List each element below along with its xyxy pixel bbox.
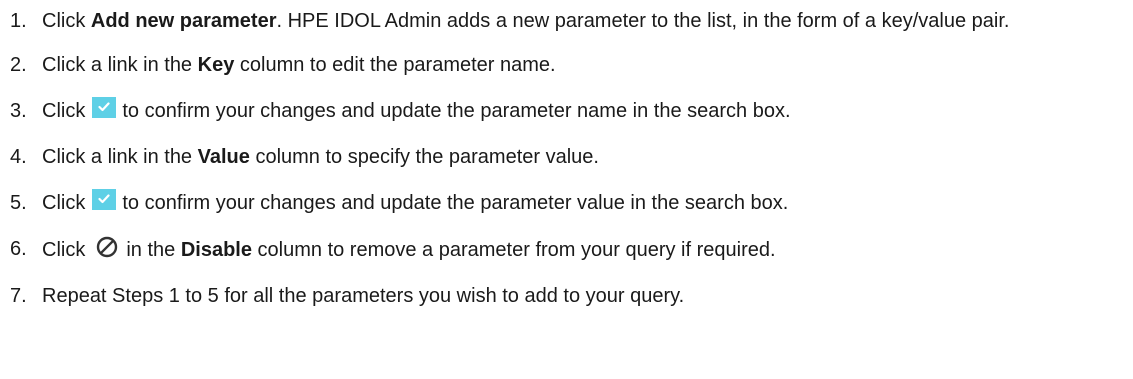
step-text: column to specify the parameter value. xyxy=(249,146,599,168)
step-2: 2 Click a link in the Key column to edit … xyxy=(10,51,1123,80)
ui-term-key: Key xyxy=(197,54,235,76)
step-number: 7 xyxy=(10,282,27,311)
step-text: in the xyxy=(126,239,181,261)
confirm-check-icon xyxy=(92,97,117,118)
disable-circle-slash-icon xyxy=(95,235,119,259)
step-number: 6 xyxy=(10,235,27,264)
step-text: Click xyxy=(42,10,91,32)
step-text: to confirm your changes and update the p… xyxy=(122,100,791,122)
step-text: . HPE IDOL Admin adds a new parameter to… xyxy=(276,10,1010,32)
confirm-check-icon xyxy=(92,189,117,210)
ui-term-value: Value xyxy=(197,146,250,168)
ui-term-disable: Disable xyxy=(180,239,252,261)
step-7: 7 Repeat Steps 1 to 5 for all the paramet… xyxy=(10,282,1123,311)
procedure-steps: 1 Click Add new parameter. HPE IDOL Admin… xyxy=(10,7,1123,311)
step-text: Click xyxy=(42,239,86,261)
step-text: column to edit the parameter name. xyxy=(234,54,556,76)
step-number: 1 xyxy=(10,7,27,36)
step-number: 3 xyxy=(10,97,27,126)
step-number: 4 xyxy=(10,143,27,172)
document-page: 1 Click Add new parameter. HPE IDOL Admin… xyxy=(0,0,1133,379)
step-text: Click xyxy=(42,192,86,214)
step-3: 3 Click to confirm your changes and update… xyxy=(10,97,1123,126)
step-text: Click xyxy=(42,100,86,122)
step-text: Click a link in the xyxy=(42,146,198,168)
ui-term-add-new-parameter: Add new parameter xyxy=(90,10,277,32)
step-number: 2 xyxy=(10,51,27,80)
step-number: 5 xyxy=(10,189,27,218)
step-1: 1 Click Add new parameter. HPE IDOL Admin… xyxy=(10,7,1123,36)
step-text: Click a link in the xyxy=(42,54,198,76)
step-text: Repeat Steps 1 to 5 for all the paramete… xyxy=(42,285,685,307)
step-text: to confirm your changes and update the p… xyxy=(122,192,789,214)
step-5: 5 Click to confirm your changes and update… xyxy=(10,189,1123,218)
step-text: column to remove a parameter from your q… xyxy=(251,239,776,261)
step-6: 6 Click in the Disable column to remove a … xyxy=(10,235,1123,265)
step-4: 4 Click a link in the Value column to spe… xyxy=(10,143,1123,172)
